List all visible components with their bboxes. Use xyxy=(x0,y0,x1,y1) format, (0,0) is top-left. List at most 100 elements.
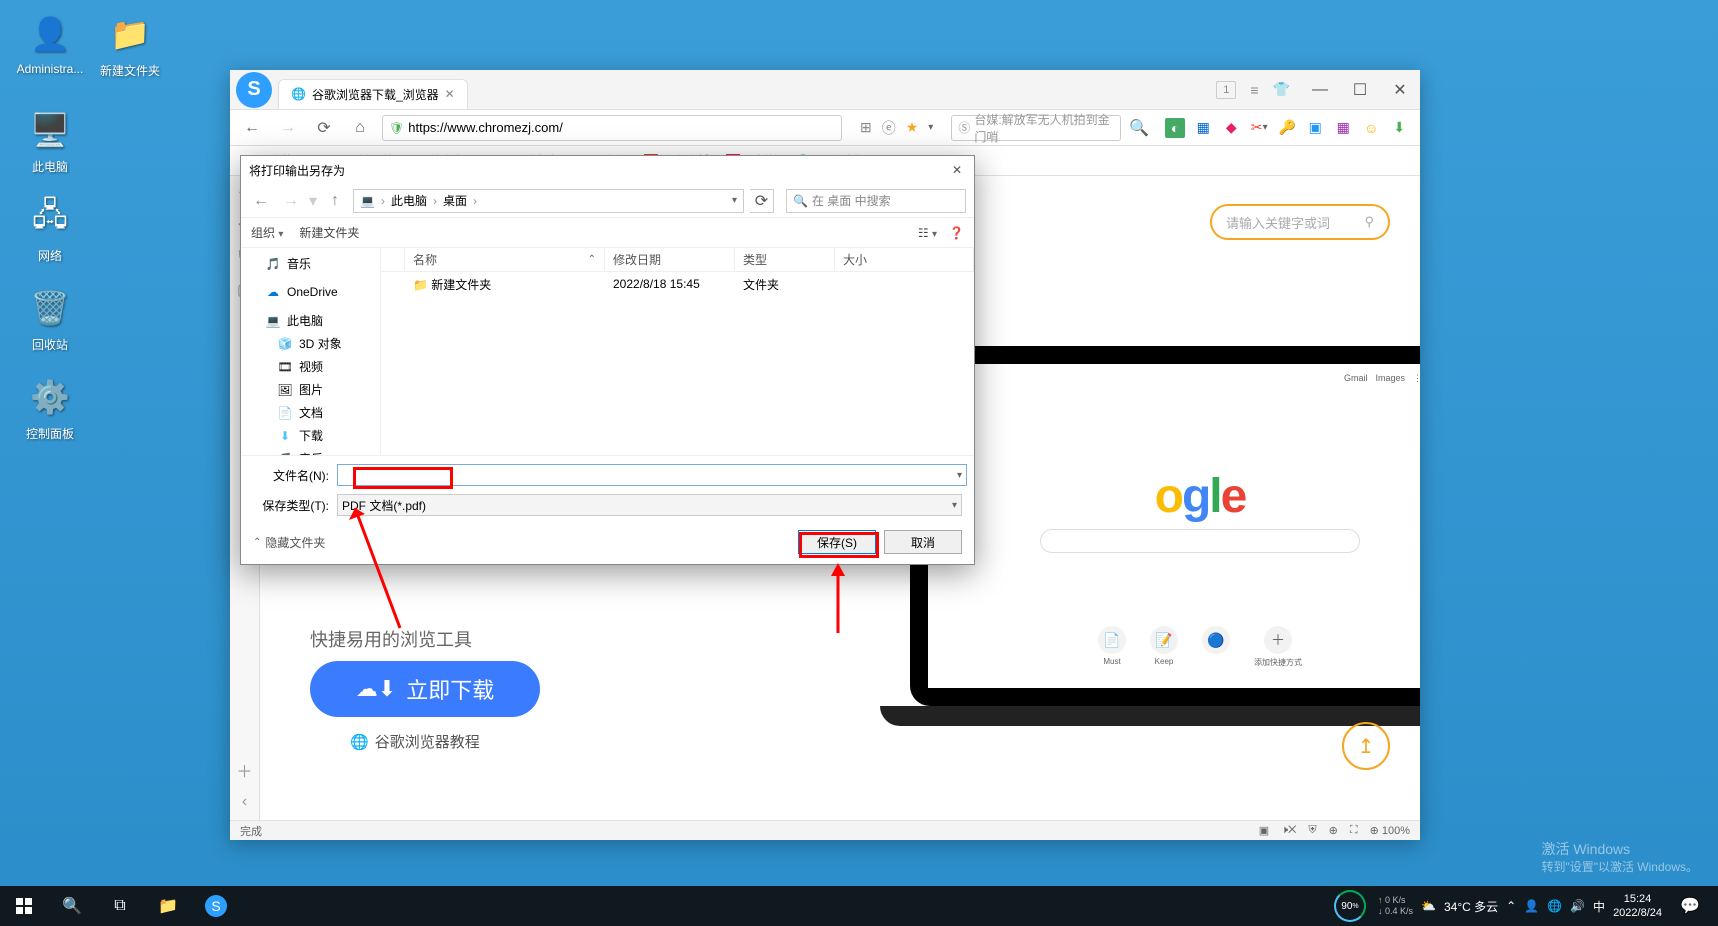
maximize-button[interactable]: ☐ xyxy=(1340,70,1380,110)
explorer-button[interactable]: 📁 xyxy=(144,886,192,926)
filetype-label: 保存类型(T): xyxy=(253,497,329,514)
browser-tab[interactable]: 🌐 谷歌浏览器下载_浏览器 ✕ xyxy=(278,79,468,109)
organize-menu[interactable]: 组织 ▾ xyxy=(251,224,283,241)
desktop-icon-administrator[interactable]: 👤 Administra... xyxy=(10,10,90,76)
download-button[interactable]: ☁⬇ 立即下载 xyxy=(310,661,540,717)
status-zoom[interactable]: ⊕ 100% xyxy=(1370,824,1410,837)
folder-icon: 📁 xyxy=(106,10,154,58)
breadcrumb-dropdown-icon[interactable]: ▾ xyxy=(732,195,737,206)
tab-close-icon[interactable]: ✕ xyxy=(445,87,455,101)
reload-button[interactable]: ⟳ xyxy=(310,114,338,142)
filetype-select[interactable]: PDF 文档(*.pdf) ▾ xyxy=(337,494,962,516)
back-button[interactable]: ← xyxy=(238,114,266,142)
file-list[interactable]: 名称 ⌃ 修改日期 类型 大小 📁 新建文件夹 2022/8/18 15:45 … xyxy=(381,248,974,455)
scroll-top-button[interactable]: ↥ xyxy=(1342,722,1390,770)
ext-icon-3[interactable]: ◆ xyxy=(1221,118,1241,138)
folder-tree[interactable]: 🎵音乐 ☁OneDrive 💻此电脑 🧊3D 对象 🎞视频 🖼图片 📄文档 ⬇下… xyxy=(241,248,381,455)
dlg-search-input[interactable]: 🔍 在 桌面 中搜索 xyxy=(786,189,966,213)
minimize-button[interactable]: — xyxy=(1300,70,1340,110)
window-count-badge[interactable]: 1 xyxy=(1216,81,1236,99)
images-link: Images xyxy=(1375,373,1405,383)
sogou-logo[interactable]: S xyxy=(236,72,272,108)
ext-icon-2[interactable]: ▦ xyxy=(1193,118,1213,138)
col-size: 大小 xyxy=(835,248,974,271)
start-button[interactable] xyxy=(0,886,48,926)
tray-expand-icon[interactable]: ⌃ xyxy=(1506,899,1516,913)
scissors-icon[interactable]: ✂▾ xyxy=(1249,118,1269,138)
tray-ime[interactable]: 中 xyxy=(1593,898,1605,915)
status-zoom-icon[interactable]: ⊕ xyxy=(1329,824,1338,837)
breadcrumb[interactable]: 💻 › 此电脑 › 桌面 › ▾ xyxy=(353,189,744,213)
save-button[interactable]: 保存(S) xyxy=(798,530,876,554)
tray-people-icon[interactable]: 👤 xyxy=(1524,899,1539,913)
tutorial-link[interactable]: 🌐 谷歌浏览器教程 xyxy=(350,731,480,752)
col-name: 名称 ⌃ xyxy=(405,248,605,271)
sidebar-collapse-icon[interactable]: ‹ xyxy=(235,792,255,812)
skin-icon[interactable]: 👕 xyxy=(1273,81,1290,98)
download-icon[interactable]: ⬇ xyxy=(1389,118,1409,138)
cancel-button[interactable]: 取消 xyxy=(884,530,962,554)
tray-network-icon[interactable]: 🌐 xyxy=(1547,899,1562,913)
notifications-button[interactable]: 💬 xyxy=(1670,886,1710,926)
tray-volume-icon[interactable]: 🔊 xyxy=(1570,899,1585,913)
taskview-button[interactable]: ⧉ xyxy=(96,886,144,926)
sogou-search-icon: Ⓢ xyxy=(958,119,970,136)
filename-label: 文件名(N): xyxy=(253,467,329,484)
tray-weather-icon[interactable]: ⛅ xyxy=(1421,899,1436,913)
dialog-close-button[interactable]: ✕ xyxy=(948,159,966,181)
desktop-icon-controlpanel[interactable]: ⚙️ 控制面板 xyxy=(10,373,90,442)
new-folder-button[interactable]: 新建文件夹 xyxy=(299,224,359,241)
view-options-icon[interactable]: ☷ ▾ xyxy=(918,226,937,240)
search-button-icon[interactable]: 🔍 xyxy=(1129,118,1149,138)
weather-text[interactable]: 34°C 多云 xyxy=(1444,898,1498,915)
page-tagline: 快捷易用的浏览工具 xyxy=(310,626,472,652)
status-mute-icon[interactable]: 🕨✕ xyxy=(1281,824,1296,837)
dlg-back-button[interactable]: ← xyxy=(249,189,273,213)
perf-meter[interactable]: 90% xyxy=(1330,886,1370,926)
status-shield-icon[interactable]: ⛨ xyxy=(1308,824,1316,837)
filename-input[interactable] xyxy=(337,464,967,486)
desktop-icon-network[interactable]: 🖧 网络 xyxy=(10,195,90,264)
ext-icon-1[interactable]: ◐ xyxy=(1165,118,1185,138)
star-icon[interactable]: ★ xyxy=(906,119,919,136)
translate-icon[interactable]: ⓔ xyxy=(882,118,896,138)
taskbar: 🔍 ⧉ 📁 S 90% ↑ 0 K/s ↓ 0.4 K/s ⛅ 34°C 多云 … xyxy=(0,886,1718,926)
status-clip-icon[interactable]: ▣ xyxy=(1259,824,1269,837)
key-icon[interactable]: 🔑 xyxy=(1277,118,1297,138)
tab-title: 谷歌浏览器下载_浏览器 xyxy=(312,86,439,103)
smile-icon[interactable]: ☺ xyxy=(1361,118,1381,138)
help-icon[interactable]: ❓ xyxy=(949,226,964,240)
tree-music2: 🎵音乐 xyxy=(241,447,380,455)
search-button[interactable]: 🔍 xyxy=(48,886,96,926)
forward-button[interactable]: → xyxy=(274,114,302,142)
filename-dropdown-icon[interactable]: ▾ xyxy=(957,470,962,481)
url-input[interactable]: 🛡 https://www.chromezj.com/ xyxy=(382,115,842,141)
grid-icon[interactable]: ▦ xyxy=(1333,118,1353,138)
qr-icon[interactable]: ⊞ xyxy=(860,119,872,136)
tree-doc: 📄文档 xyxy=(241,401,380,424)
search-input[interactable]: Ⓢ 台媒:解放军无人机拍到金门哨 xyxy=(951,115,1121,141)
desktop-icon-newfolder[interactable]: 📁 新建文件夹 xyxy=(90,10,170,79)
dlg-refresh-button[interactable]: ⟳ xyxy=(750,189,774,213)
page-search-input[interactable]: 请输入关键字或词 ⚲ xyxy=(1210,204,1390,240)
tab-favicon: 🌐 xyxy=(291,87,306,101)
sidebar-plus-icon[interactable]: ＋ xyxy=(235,760,255,780)
window-icon[interactable]: ▣ xyxy=(1305,118,1325,138)
clock[interactable]: 15:24 2022/8/24 xyxy=(1613,892,1662,920)
hide-folders-toggle[interactable]: ⌃ 隐藏文件夹 xyxy=(253,534,325,551)
sogou-task-button[interactable]: S xyxy=(192,886,240,926)
desktop-icon-recycle[interactable]: 🗑️ 回收站 xyxy=(10,284,90,353)
status-expand-icon[interactable]: ⛶ xyxy=(1350,824,1358,837)
dlg-up-button[interactable]: ↑ xyxy=(323,189,347,213)
status-text: 完成 xyxy=(240,823,262,839)
desktop-icon-thispc[interactable]: 🖥️ 此电脑 xyxy=(10,106,90,175)
shortcut-add: ＋添加快捷方式 xyxy=(1254,626,1302,668)
file-row[interactable]: 📁 新建文件夹 2022/8/18 15:45 文件夹 xyxy=(381,272,974,296)
menu-icon[interactable]: ≡ xyxy=(1250,82,1258,98)
home-button[interactable]: ⌂ xyxy=(346,114,374,142)
dlg-forward-button[interactable]: → xyxy=(279,189,303,213)
tree-downloads: ⬇下载 xyxy=(241,424,380,447)
chevron-down-icon[interactable]: ▾ xyxy=(928,122,933,133)
close-button[interactable]: ✕ xyxy=(1380,70,1420,110)
address-bar: ← → ⟳ ⌂ 🛡 https://www.chromezj.com/ ⊞ ⓔ … xyxy=(230,110,1420,146)
